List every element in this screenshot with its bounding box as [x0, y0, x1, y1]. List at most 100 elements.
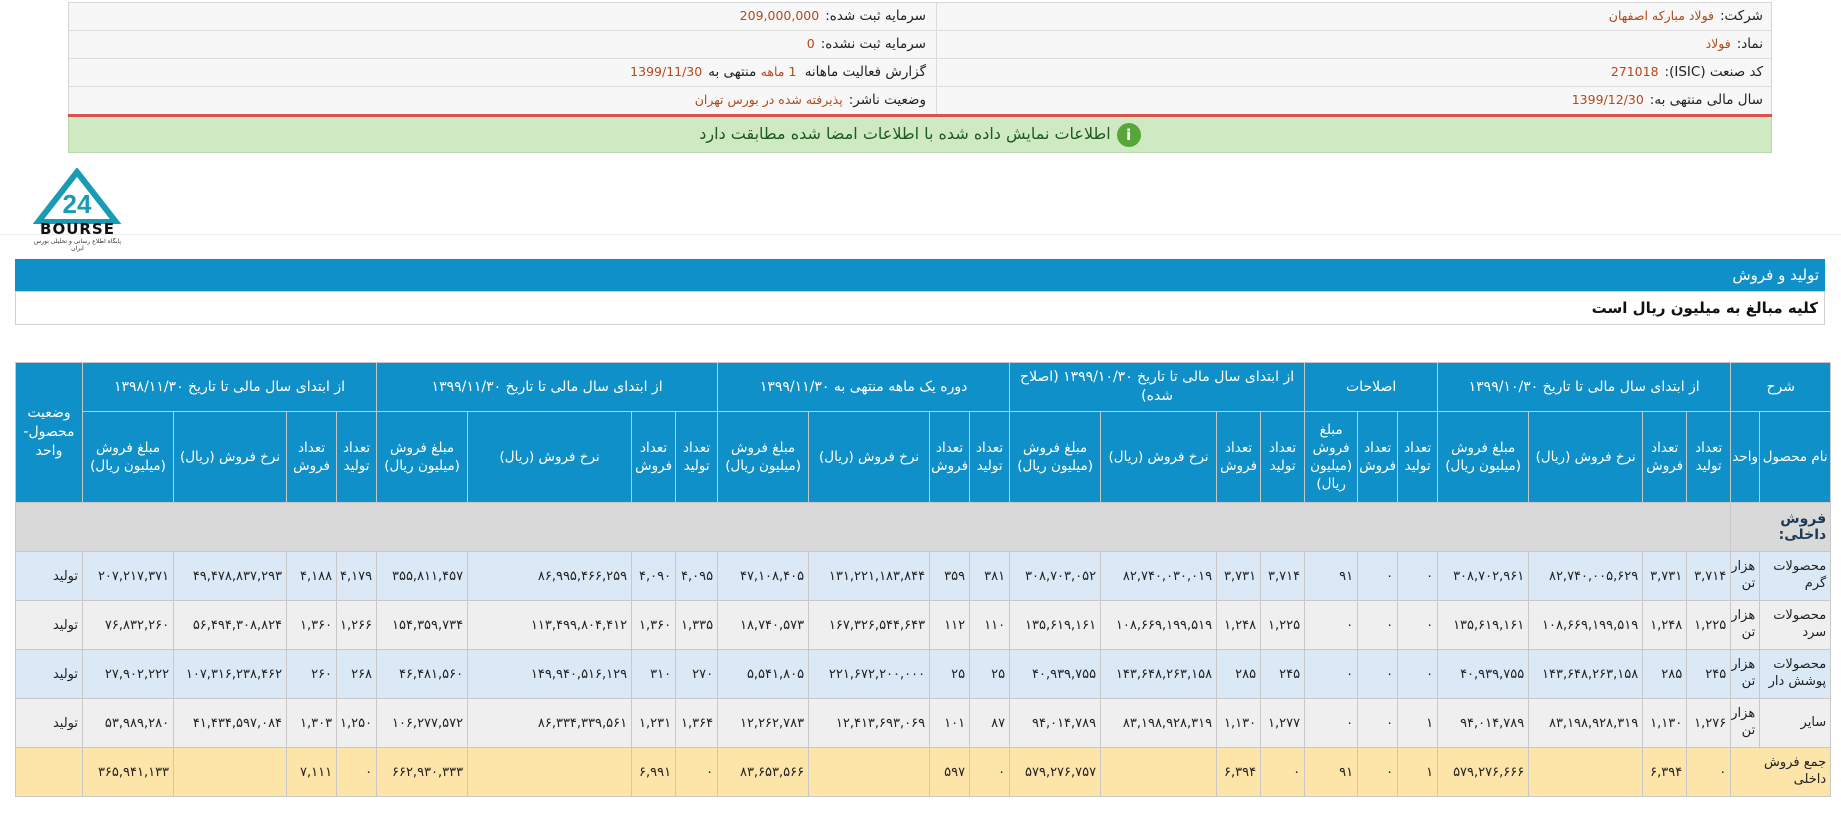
product-status-cell: تولید — [15, 649, 83, 699]
sales-rate-cell: ۸۳,۱۹۸,۹۲۸,۳۱۹ — [1528, 698, 1644, 748]
bourse-logo[interactable]: 24 BOURSE پایگاه اطلاع رسانی و تحلیلی بو… — [30, 167, 125, 252]
sales-rate-cell: ۱۶۷,۳۲۶,۵۴۴,۶۴۳ — [808, 600, 931, 650]
correction-sales-qty-cell: ۰ — [1357, 551, 1399, 601]
total-label-cell: جمع فروش داخلی — [1730, 747, 1832, 797]
correction-sales-amount-cell: ۰ — [1304, 649, 1359, 699]
isic-code-value: 271018 — [1610, 64, 1659, 79]
monthly-report-field: گزارش فعالیت ماهانه 1 ماهه منتهی به1399/… — [630, 64, 926, 80]
sales-qty-cell: ۲۶۰ — [286, 649, 338, 699]
production-qty-cell: ۱۱۰ — [969, 600, 1011, 650]
product-status-cell: تولید — [15, 698, 83, 748]
sales-qty-cell: ۳۱۰ — [631, 649, 677, 699]
production-sales-table: شرح از ابتدای سال مالی تا تاریخ ۱۳۹۹/۱۰/… — [14, 362, 1832, 797]
correction-production-qty-cell: ۰ — [1397, 551, 1439, 601]
sales-amount-cell: ۱۳۵,۶۱۹,۱۶۱ — [1437, 600, 1530, 650]
sales-rate-cell: ۵۶,۴۹۴,۳۰۸,۸۲۴ — [173, 600, 288, 650]
sales-amount-cell: ۴۰,۹۳۹,۷۵۵ — [1437, 649, 1530, 699]
section-filler — [14, 502, 1732, 552]
registered-capital-field: سرمایه ثبت شده:209,000,000 — [739, 8, 926, 24]
production-qty-cell: ۱,۳۳۵ — [675, 600, 719, 650]
info-row-2: نماد:فولاد سرمایه ثبت نشده:0 — [69, 31, 1771, 59]
correction-sales-qty-cell: ۰ — [1357, 649, 1399, 699]
header-sales-amount: مبلغ فروش (میلیون ریال) — [81, 411, 175, 503]
product-name-cell: محصولات پوشش دار — [1759, 649, 1832, 699]
correction-sales-qty-cell: ۰ — [1357, 698, 1399, 748]
table-row: محصولات گرم هزار تن ۳,۷۱۴ ۳,۷۳۱ ۸۲,۷۴۰,۰۰۵,۶… — [15, 551, 1832, 601]
currency-note: کلیه مبالغ به میلیون ریال است — [15, 291, 1825, 325]
total-sales-amount-cell: ۵۷۹,۲۷۶,۷۵۷ — [1009, 747, 1102, 797]
product-name-cell: محصولات سرد — [1759, 600, 1832, 650]
sales-rate-cell: ۸۲,۷۴۰,۰۳۰,۰۱۹ — [1100, 551, 1218, 601]
header-unit: واحد — [1730, 411, 1761, 503]
unregistered-capital-value: 0 — [806, 36, 815, 51]
total-production-qty-cell: ۰ — [336, 747, 378, 797]
sales-qty-cell: ۲۸۵ — [1642, 649, 1688, 699]
sales-amount-cell: ۳۰۸,۷۰۳,۰۵۲ — [1009, 551, 1102, 601]
header-period-ytd-corrected: از ابتدای سال مالی تا تاریخ ۱۳۹۹/۱۰/۳۰ (… — [1009, 362, 1306, 412]
header-product-name: نام محصول — [1759, 411, 1832, 503]
total-correction-production-qty-cell: ۱ — [1397, 747, 1439, 797]
correction-sales-amount-cell: ۰ — [1304, 600, 1359, 650]
company-name-value: فولاد مبارکه اصفهان — [1608, 8, 1714, 23]
header-period-ytd-0930: از ابتدای سال مالی تا تاریخ ۱۳۹۹/۱۰/۳۰ — [1437, 362, 1732, 412]
sales-amount-cell: ۴۰,۹۳۹,۷۵۵ — [1009, 649, 1102, 699]
total-production-qty-cell: ۰ — [1686, 747, 1732, 797]
sales-amount-cell: ۱۵۴,۳۵۹,۷۳۴ — [376, 600, 469, 650]
header-sales-amount: مبلغ فروش (میلیون ریال) — [1009, 411, 1102, 503]
sales-amount-cell: ۵,۵۴۱,۸۰۵ — [717, 649, 810, 699]
logo-text: BOURSE — [40, 220, 115, 238]
header-production-qty: تعداد تولید — [336, 411, 378, 503]
header-sales-rate: نرخ فروش (ریال) — [1528, 411, 1644, 503]
total-sales-qty-cell: ۶,۹۹۱ — [631, 747, 677, 797]
notice-text: اطلاعات نمایش داده شده با اطلاعات امضا ش… — [699, 124, 1111, 143]
sales-rate-cell: ۱۴۹,۹۴۰,۵۱۶,۱۲۹ — [467, 649, 633, 699]
production-qty-cell: ۲۶۸ — [336, 649, 378, 699]
table-row: محصولات سرد هزار تن ۱,۲۲۵ ۱,۲۴۸ ۱۰۸,۶۶۹,۱۹۹,… — [15, 600, 1832, 650]
section-title: تولید و فروش — [15, 259, 1825, 291]
sales-rate-cell: ۸۶,۳۳۴,۳۳۹,۵۶۱ — [467, 698, 633, 748]
product-name-cell: سایر — [1759, 698, 1832, 748]
sales-qty-cell: ۱۰۱ — [929, 698, 971, 748]
info-icon: i — [1116, 122, 1141, 147]
sales-qty-cell: ۴,۱۸۸ — [286, 551, 338, 601]
fiscal-year-value: 1399/12/30 — [1571, 92, 1644, 107]
sales-rate-cell: ۸۲,۷۴۰,۰۰۵,۶۲۹ — [1528, 551, 1644, 601]
header-sales-qty: تعداد فروش — [1357, 411, 1399, 503]
production-qty-cell: ۳,۷۱۴ — [1686, 551, 1732, 601]
production-qty-cell: ۱,۲۶۶ — [336, 600, 378, 650]
total-sales-rate-cell — [1100, 747, 1218, 797]
total-production-qty-cell: ۰ — [675, 747, 719, 797]
sales-qty-cell: ۳,۷۳۱ — [1642, 551, 1688, 601]
sales-amount-cell: ۳۵۵,۸۱۱,۴۵۷ — [376, 551, 469, 601]
total-sales-rate-cell — [808, 747, 931, 797]
sales-qty-cell: ۱۱۲ — [929, 600, 971, 650]
correction-production-qty-cell: ۰ — [1397, 649, 1439, 699]
sales-qty-cell: ۴,۰۹۰ — [631, 551, 677, 601]
header-sales-qty: تعداد فروش — [631, 411, 677, 503]
total-sales-qty-cell: ۷,۱۱۱ — [286, 747, 338, 797]
header-sales-qty: تعداد فروش — [929, 411, 971, 503]
sales-qty-cell: ۱,۳۰۳ — [286, 698, 338, 748]
unit-cell: هزار تن — [1730, 551, 1761, 601]
sales-amount-cell: ۵۳,۹۸۹,۲۸۰ — [81, 698, 175, 748]
header-sales-rate: نرخ فروش (ریال) — [467, 411, 633, 503]
production-qty-cell: ۸۷ — [969, 698, 1011, 748]
sales-rate-cell: ۴۹,۴۷۸,۸۳۷,۲۹۳ — [173, 551, 288, 601]
header-sales-amount: مبلغ فروش (میلیون ریال) — [717, 411, 810, 503]
header-sales-rate: نرخ فروش (ریال) — [173, 411, 288, 503]
total-sales-rate-cell — [1528, 747, 1644, 797]
production-qty-cell: ۱,۲۷۷ — [1260, 698, 1306, 748]
header-sales-amount: مبلغ فروش (میلیون ریال) — [1304, 411, 1359, 503]
table-body: فروش داخلی: محصولات گرم هزار تن ۳,۷۱۴ ۳,۷۳۱… — [14, 502, 1832, 797]
header-period-ytd-1130: از ابتدای سال مالی تا تاریخ ۱۳۹۹/۱۱/۳۰ — [376, 362, 719, 412]
total-production-qty-cell: ۰ — [969, 747, 1011, 797]
header-production-qty: تعداد تولید — [1397, 411, 1439, 503]
total-sales-amount-cell: ۶۶۲,۹۳۰,۳۳۳ — [376, 747, 469, 797]
production-qty-cell: ۱,۲۵۰ — [336, 698, 378, 748]
symbol-value: فولاد — [1705, 36, 1731, 51]
sales-qty-cell: ۲۸۵ — [1216, 649, 1262, 699]
production-qty-cell: ۴,۱۷۹ — [336, 551, 378, 601]
section-label: فروش داخلی: — [1730, 502, 1832, 552]
unregistered-capital-field: سرمایه ثبت نشده:0 — [806, 36, 926, 52]
unit-cell: هزار تن — [1730, 600, 1761, 650]
